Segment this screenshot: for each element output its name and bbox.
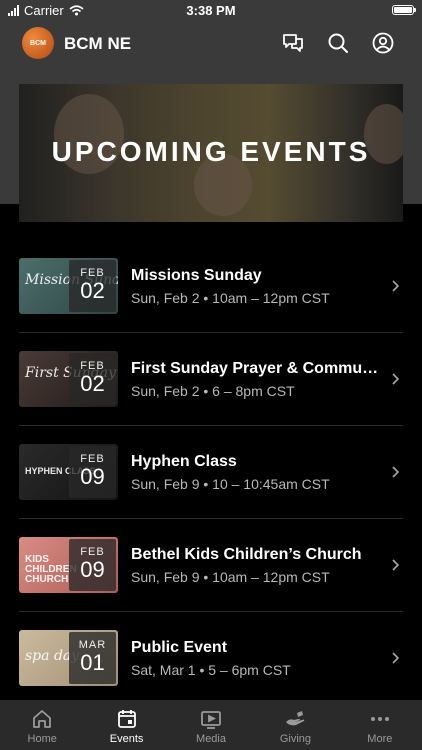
event-time: Sun, Feb 2 • 6 – 8pm CST	[131, 383, 295, 399]
tab-label: Giving	[279, 733, 312, 745]
event-row[interactable]: spa day MAR 01 Public Event Sat, Mar 1 •…	[19, 612, 403, 704]
account-icon[interactable]	[371, 31, 395, 55]
date-day: 02	[80, 371, 105, 396]
clock: 3:38 PM	[186, 3, 236, 18]
date-day: 01	[80, 650, 105, 675]
event-thumbnail: HYPHEN CLASS FEB 09	[19, 444, 118, 500]
date-day: 02	[80, 278, 105, 303]
home-icon	[33, 710, 52, 728]
tab-more[interactable]: More	[338, 700, 422, 750]
search-icon[interactable]	[326, 31, 350, 55]
tab-label: Media	[196, 733, 226, 745]
event-thumbnail: spa day MAR 01	[19, 630, 118, 686]
event-row[interactable]: First Sunday prayer & comm FEB 02 First …	[19, 333, 403, 426]
hero-banner: UPCOMING EVENTS	[19, 84, 403, 222]
tab-events[interactable]: Events	[84, 700, 168, 750]
app-title: BCM NE	[64, 34, 132, 53]
giving-hand-icon	[286, 711, 305, 726]
date-badge: MAR 01	[69, 632, 116, 684]
app-logo[interactable]: BCM	[22, 27, 54, 59]
chevron-right-icon	[392, 280, 399, 292]
event-title: Bethel Kids Children’s Church	[131, 546, 362, 563]
page-title: UPCOMING EVENTS	[51, 136, 371, 167]
date-badge: FEB 02	[69, 260, 116, 312]
event-row[interactable]: HYPHEN CLASS FEB 09 Hyphen Class Sun, Fe…	[19, 426, 403, 519]
event-time: Sun, Feb 9 • 10am – 12pm CST	[131, 569, 330, 585]
play-icon	[201, 711, 221, 729]
date-day: 09	[80, 557, 105, 582]
event-list: Mission Sund FEB 02 Missions Sunday Sun,…	[19, 240, 403, 704]
event-thumbnail: Mission Sund FEB 02	[19, 258, 118, 314]
chevron-right-icon	[392, 559, 399, 571]
event-thumbnail: First Sunday prayer & comm FEB 02	[19, 351, 118, 407]
date-badge: FEB 02	[69, 353, 116, 405]
event-time: Sat, Mar 1 • 5 – 6pm CST	[131, 662, 291, 678]
date-day: 09	[80, 464, 105, 489]
tab-bar: Home Events Media Giving More	[0, 700, 422, 750]
chevron-right-icon	[392, 652, 399, 664]
event-row[interactable]: Mission Sund FEB 02 Missions Sunday Sun,…	[19, 240, 403, 333]
tab-label: Home	[27, 733, 57, 745]
app-header: BCM BCM NE	[0, 22, 422, 64]
battery-icon	[392, 5, 416, 15]
event-title: Hyphen Class	[131, 453, 237, 470]
tab-home[interactable]: Home	[0, 700, 84, 750]
chevron-right-icon	[392, 373, 399, 385]
event-thumbnail: KIDS CHILDREN CHURCH FEB 09	[19, 537, 118, 593]
event-title: Missions Sunday	[131, 267, 262, 284]
chevron-right-icon	[392, 466, 399, 478]
chat-icon[interactable]	[281, 31, 305, 55]
tab-label: More	[367, 733, 393, 745]
status-bar: Carrier 3:38 PM	[0, 0, 422, 22]
event-row[interactable]: KIDS CHILDREN CHURCH FEB 09 Bethel Kids …	[19, 519, 403, 612]
tab-label: Events	[109, 733, 144, 745]
date-badge: FEB 09	[69, 539, 116, 591]
event-title: First Sunday Prayer & Commu…	[131, 360, 379, 377]
event-time: Sun, Feb 9 • 10 – 10:45am CST	[131, 476, 330, 492]
event-title: Public Event	[131, 639, 228, 656]
date-badge: FEB 09	[69, 446, 116, 498]
tab-media[interactable]: Media	[169, 700, 253, 750]
tab-giving[interactable]: Giving	[253, 700, 337, 750]
event-time: Sun, Feb 2 • 10am – 12pm CST	[131, 290, 330, 306]
calendar-icon	[117, 710, 136, 728]
more-dots-icon	[370, 717, 389, 721]
